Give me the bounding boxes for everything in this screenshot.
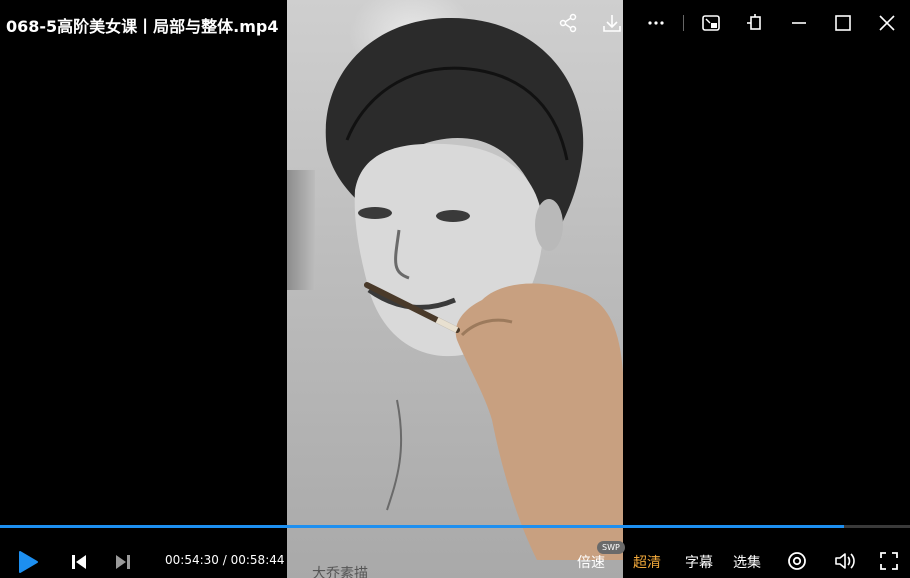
progress-fill — [0, 525, 845, 528]
play-icon — [19, 551, 38, 573]
share-button[interactable] — [551, 9, 585, 37]
time-separator: / — [222, 553, 227, 567]
speed-button[interactable]: 倍速 — [577, 552, 605, 572]
maximize-button[interactable] — [826, 9, 860, 37]
subtitle-button[interactable]: 字幕 — [685, 552, 713, 572]
volume-icon — [835, 553, 855, 569]
more-button[interactable] — [639, 9, 673, 37]
toolbar-divider — [683, 15, 684, 31]
portrait-drawing — [325, 17, 623, 560]
close-icon — [879, 15, 895, 31]
close-button[interactable] — [870, 9, 904, 37]
play-button[interactable] — [14, 548, 42, 576]
video-title: 068-5高阶美女课丨局部与整体.mp4 — [6, 17, 279, 36]
playback-time: 00:54:30 / 00:58:44 — [165, 553, 285, 567]
minimize-button[interactable] — [782, 9, 816, 37]
download-button[interactable] — [595, 9, 629, 37]
next-button[interactable] — [112, 552, 134, 572]
skip-previous-icon — [72, 555, 86, 569]
fullscreen-icon — [880, 552, 898, 570]
total-duration: 00:58:44 — [230, 553, 285, 567]
mini-mode-icon — [702, 15, 720, 31]
previous-button[interactable] — [68, 552, 90, 572]
video-frame[interactable]: 大乔素描 — [287, 0, 623, 578]
more-icon — [648, 21, 664, 25]
download-icon — [603, 15, 621, 32]
progress-bar[interactable] — [0, 525, 910, 528]
episodes-button[interactable]: 选集 — [733, 552, 761, 572]
maximize-icon — [835, 15, 851, 31]
canvas-shadow — [287, 170, 315, 290]
skip-next-icon — [116, 555, 130, 569]
settings-icon — [788, 552, 806, 570]
quality-button[interactable]: 超清 — [633, 552, 661, 572]
volume-button[interactable] — [833, 549, 857, 573]
mini-mode-button[interactable] — [694, 9, 728, 37]
pin-icon — [747, 14, 761, 30]
minimize-icon — [792, 22, 806, 24]
settings-button[interactable] — [785, 549, 809, 573]
video-watermark: 大乔素描 — [312, 566, 368, 578]
pin-button[interactable] — [738, 9, 772, 37]
current-time: 00:54:30 — [165, 553, 219, 567]
window-toolbar — [541, 9, 904, 37]
fullscreen-button[interactable] — [877, 549, 901, 573]
share-icon — [559, 13, 577, 33]
